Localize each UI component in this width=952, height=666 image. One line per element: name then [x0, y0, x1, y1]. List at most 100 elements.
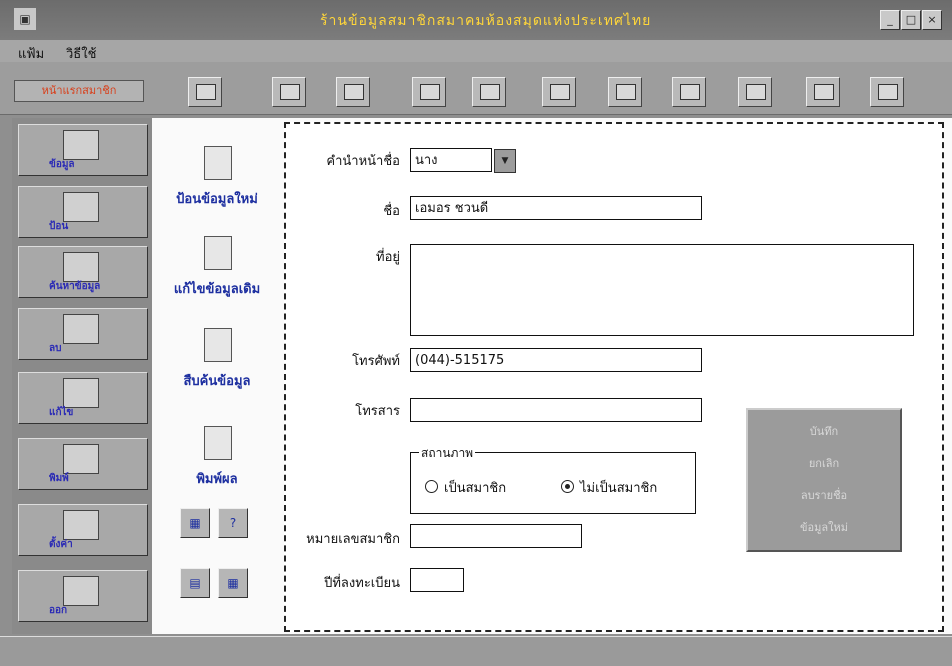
- toolbar-button-6[interactable]: [542, 77, 576, 107]
- minimize-button[interactable]: _: [880, 10, 900, 30]
- fax-field[interactable]: [410, 398, 702, 422]
- prefix-select[interactable]: นาง: [410, 148, 492, 172]
- action-panel: ป้อนข้อมูลใหม่ แก้ไขข้อมูลเดิม สืบค้นข้อ…: [152, 118, 282, 634]
- command-panel: บันทึก ยกเลิก ลบรายชื่อ ข้อมูลใหม่: [746, 408, 902, 552]
- menu-file[interactable]: แฟ้ม: [18, 43, 44, 64]
- toolbar-button-1[interactable]: [188, 77, 222, 107]
- table-small-button[interactable]: ▦: [218, 568, 248, 598]
- action-label: ป้อนข้อมูลใหม่: [176, 192, 258, 207]
- printer-icon: [63, 444, 99, 474]
- sidebar-item-label: ป้อน: [49, 221, 69, 232]
- status-member-label: เป็นสมาชิก: [444, 481, 507, 496]
- help-button[interactable]: ?: [218, 508, 248, 538]
- status-nonmember-radio[interactable]: ไม่เป็นสมาชิก: [561, 477, 657, 498]
- toolbar-button-2[interactable]: [272, 77, 306, 107]
- status-nonmember-label: ไม่เป็นสมาชิก: [580, 481, 658, 496]
- member-no-field[interactable]: [410, 524, 582, 548]
- document-icon: [204, 146, 232, 180]
- window-icon: [746, 84, 766, 100]
- sidebar-item-search[interactable]: ค้นหาข้อมูล: [18, 246, 148, 298]
- door-icon: [63, 576, 99, 606]
- sidebar-item-label: ออก: [49, 605, 68, 616]
- address-field[interactable]: [410, 244, 914, 336]
- sidebar-item-exit[interactable]: ออก: [18, 570, 148, 622]
- toolbar-button-7[interactable]: [608, 77, 642, 107]
- sidebar-item-delete[interactable]: ลบ: [18, 308, 148, 360]
- prefix-label: คำนำหน้าชื่อ: [326, 154, 400, 169]
- window-title: ร้านข้อมูลสมาชิกสมาคมห้องสมุดแห่งประเทศไ…: [320, 13, 652, 29]
- toolbar-button-11[interactable]: [870, 77, 904, 107]
- gear-icon: [63, 510, 99, 540]
- sidebar-item-data[interactable]: ข้อมูล: [18, 124, 148, 176]
- sidebar-item-print[interactable]: พิมพ์: [18, 438, 148, 490]
- folder-icon: [63, 192, 99, 222]
- new-record-button[interactable]: ข้อมูลใหม่: [748, 518, 900, 536]
- sidebar-item-label: ค้นหาข้อมูล: [49, 281, 101, 292]
- save-button[interactable]: บันทึก: [748, 422, 900, 440]
- status-group-title: สถานภาพ: [419, 444, 476, 463]
- toolbar-button-3[interactable]: [336, 77, 370, 107]
- database-icon: [63, 130, 99, 160]
- toolbar-button-8[interactable]: [672, 77, 706, 107]
- phone-label: โทรศัพท์: [352, 354, 400, 369]
- maximize-button[interactable]: □: [901, 10, 921, 30]
- title-bar: ▣ ร้านข้อมูลสมาชิกสมาคมห้องสมุดแห่งประเท…: [0, 0, 952, 40]
- grid-small-button[interactable]: ▦: [180, 508, 210, 538]
- name-label: ชื่อ: [383, 204, 400, 219]
- action-search[interactable]: สืบค้นข้อมูล: [152, 328, 282, 408]
- form-icon: [280, 84, 300, 100]
- edit-icon: [63, 378, 99, 408]
- toolbar-member-dropdown[interactable]: หน้าแรกสมาชิก: [14, 80, 144, 102]
- folder-icon: [204, 236, 232, 270]
- toolbar: หน้าแรกสมาชิก: [0, 62, 952, 115]
- toolbar-button-9[interactable]: [738, 77, 772, 107]
- radio-unchecked-icon: [425, 480, 438, 493]
- person-icon: [63, 314, 99, 344]
- status-group: สถานภาพ เป็นสมาชิก ไม่เป็นสมาชิก: [410, 444, 696, 514]
- action-label: พิมพ์ผล: [196, 472, 238, 487]
- sidebar-item-settings[interactable]: ตั้งค่า: [18, 504, 148, 556]
- toolbar-button-5[interactable]: [472, 77, 506, 107]
- printer-icon: [204, 426, 232, 460]
- toolbar-button-10[interactable]: [806, 77, 840, 107]
- print-icon: [616, 84, 636, 100]
- action-new-record[interactable]: ป้อนข้อมูลใหม่: [152, 146, 282, 226]
- sidebar-item-input[interactable]: ป้อน: [18, 186, 148, 238]
- delete-button[interactable]: ลบรายชื่อ: [748, 486, 900, 504]
- sidebar-item-label: พิมพ์: [49, 473, 69, 484]
- toolbar-button-4[interactable]: [412, 77, 446, 107]
- app-window: ▣ ร้านข้อมูลสมาชิกสมาคมห้องสมุดแห่งประเท…: [0, 0, 952, 666]
- search-icon: [63, 252, 99, 282]
- phone-field[interactable]: (044)-515175: [410, 348, 702, 372]
- action-print[interactable]: พิมพ์ผล: [152, 426, 282, 506]
- status-member-radio[interactable]: เป็นสมาชิก: [425, 477, 506, 498]
- reg-year-label: ปีที่ลงทะเบียน: [324, 576, 400, 591]
- menu-bar: แฟ้ม วิธีใช้: [0, 40, 952, 62]
- sidebar: ข้อมูล ป้อน ค้นหาข้อมูล ลบ แก้ไข พิมพ์ ต…: [12, 118, 152, 634]
- report-icon: [480, 84, 500, 100]
- radio-checked-icon: [561, 480, 574, 493]
- menu-help[interactable]: วิธีใช้: [66, 43, 96, 64]
- member-no-label: หมายเลขสมาชิก: [306, 532, 400, 547]
- list-icon: [344, 84, 364, 100]
- sidebar-item-label: ข้อมูล: [49, 159, 75, 170]
- table-icon: [420, 84, 440, 100]
- magnifier-icon: [204, 328, 232, 362]
- grid-icon: [196, 84, 216, 100]
- app-icon[interactable]: ▣: [14, 8, 36, 30]
- name-field[interactable]: เอมอร ชวนดี: [410, 196, 702, 220]
- address-label: ที่อยู่: [376, 250, 400, 265]
- cancel-button[interactable]: ยกเลิก: [748, 454, 900, 472]
- reg-year-field[interactable]: [410, 568, 464, 592]
- sidebar-item-label: ตั้งค่า: [49, 539, 73, 550]
- calendar-small-button[interactable]: ▤: [180, 568, 210, 598]
- sidebar-item-label: ลบ: [49, 343, 62, 354]
- sidebar-item-edit[interactable]: แก้ไข: [18, 372, 148, 424]
- settings-icon: [814, 84, 834, 100]
- chart-icon: [550, 84, 570, 100]
- sidebar-item-label: แก้ไข: [49, 407, 74, 418]
- chevron-down-icon[interactable]: ▼: [494, 149, 516, 173]
- action-label: แก้ไขข้อมูลเดิม: [173, 282, 261, 297]
- action-edit-record[interactable]: แก้ไขข้อมูลเดิม: [152, 236, 282, 316]
- close-button[interactable]: ×: [922, 10, 942, 30]
